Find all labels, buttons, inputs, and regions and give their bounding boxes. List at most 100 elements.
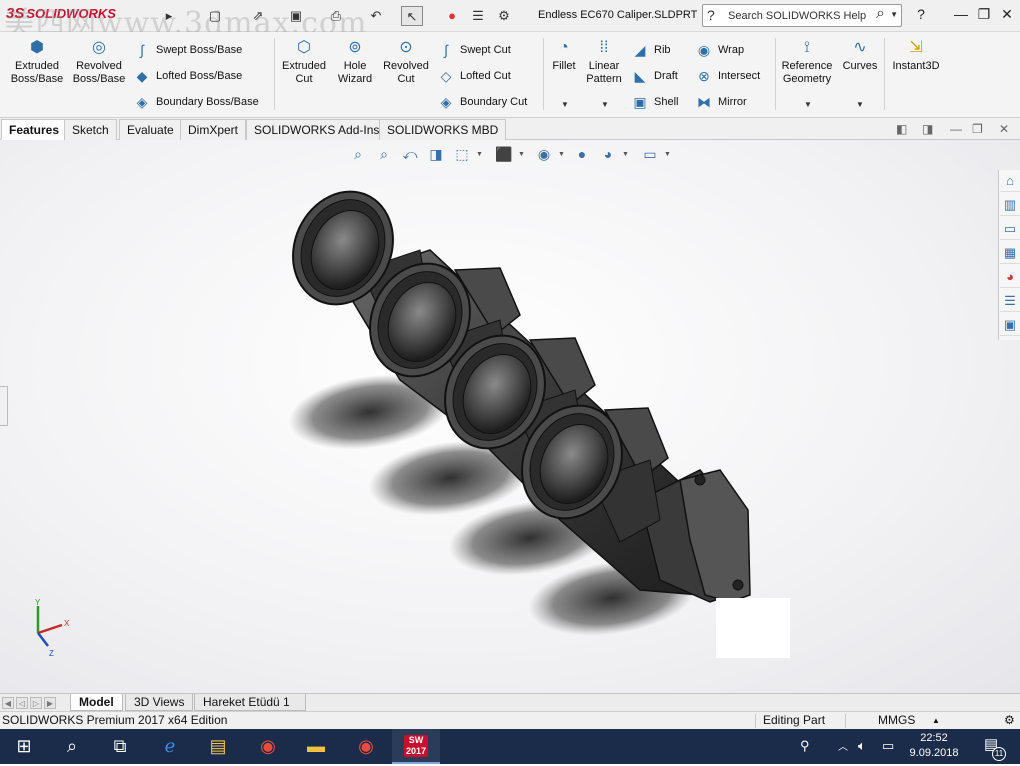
lofted-boss-button[interactable]: ◆ Lofted Boss/Base [132, 66, 243, 86]
title-bar: 3S SOLIDWORKS 美西网www.3dmax.com ▸ ▢ ⇗ ▣ ⎙ … [0, 0, 1020, 41]
chrome-icon[interactable]: ◉ [244, 729, 292, 764]
units-dropdown-icon[interactable]: ▲ [932, 712, 940, 729]
tab-evaluate[interactable]: Evaluate [119, 119, 182, 140]
tab-model[interactable]: Model [70, 694, 123, 711]
fillet-button[interactable]: ◔ Fillet [547, 38, 581, 73]
file-explorer-icon[interactable]: ▬ [292, 729, 340, 764]
draft-button[interactable]: ◣ Draft [630, 66, 678, 86]
curves-dropdown-icon[interactable]: ▼ [856, 100, 864, 109]
doc-close-button[interactable]: ✕ [999, 122, 1009, 136]
extruded-cut-button[interactable]: ⬡ Extruded Cut [278, 38, 330, 86]
options-gear-icon[interactable]: ⚙ [495, 6, 513, 26]
extruded-boss-label: Extruded Boss/Base [10, 60, 64, 85]
home-icon[interactable]: ⌂ [1000, 170, 1020, 192]
tab-mbd[interactable]: SOLIDWORKS MBD [379, 119, 507, 140]
next-tab-icon[interactable]: ▷ [30, 697, 42, 709]
custom-properties-icon[interactable]: ☰ [1000, 290, 1020, 312]
help-search-box[interactable]: ? Search SOLIDWORKS Help ⌕ ▼ [702, 4, 902, 27]
solidworks-logo[interactable]: 3S SOLIDWORKS [6, 5, 156, 27]
mirror-button[interactable]: ⧓ Mirror [694, 92, 747, 112]
linear-pattern-button[interactable]: ⁞⁞ Linear Pattern [583, 38, 625, 86]
doc-minimize-button[interactable]: — [950, 122, 962, 136]
curves-icon: ∿ [853, 39, 867, 56]
tab-3d-views[interactable]: 3D Views [125, 694, 194, 711]
prev-tab-icon[interactable]: ◁ [16, 697, 28, 709]
restore-button[interactable]: ❐ [975, 6, 993, 23]
tab-features[interactable]: Features [1, 119, 68, 140]
search-scope-icon[interactable]: ? [707, 7, 715, 23]
first-tab-icon[interactable]: ◀ [2, 697, 14, 709]
system-clock[interactable]: 22:52 9.09.2018 [904, 731, 964, 761]
save-icon[interactable]: ▣ [286, 6, 306, 26]
solidworks-taskbar-icon[interactable]: SW 2017 [392, 729, 440, 764]
fillet-label: Fillet [552, 60, 576, 72]
last-tab-icon[interactable]: ▶ [44, 697, 56, 709]
units-selector[interactable]: MMGS [878, 712, 915, 729]
rib-button[interactable]: ◢ Rib [630, 40, 671, 60]
chevron-down-icon[interactable]: ▼ [890, 10, 898, 19]
wrap-button[interactable]: ◉ Wrap [694, 40, 744, 60]
edge-browser-icon[interactable]: ℯ [146, 729, 194, 764]
close-button[interactable]: ✕ [998, 6, 1016, 23]
windows-start-icon[interactable]: ⊞ [0, 729, 48, 764]
task-view-icon[interactable]: ⧉ [96, 729, 144, 764]
forum-icon[interactable]: ▣ [1000, 314, 1020, 336]
file-properties-icon[interactable]: ☰ [469, 6, 487, 26]
intersect-button[interactable]: ⊗ Intersect [694, 66, 760, 86]
pattern-dropdown-icon[interactable]: ▼ [601, 100, 609, 109]
store-icon[interactable]: ▤ [194, 729, 242, 764]
people-icon[interactable]: ⚲ [800, 738, 810, 754]
tile-right-icon[interactable]: ◨ [922, 122, 933, 136]
shell-button[interactable]: ▣ Shell [630, 92, 678, 112]
network-icon[interactable]: ▭ [882, 738, 894, 754]
extruded-boss-button[interactable]: ⬢ Extruded Boss/Base [8, 38, 66, 86]
swept-cut-button[interactable]: ∫ Swept Cut [436, 40, 511, 60]
open-icon[interactable]: ⇗ [248, 6, 268, 26]
volume-icon[interactable]: 🔈︎ [858, 738, 866, 754]
design-library-icon[interactable]: ▥ [1000, 194, 1020, 216]
select-arrow-icon[interactable]: ↖ [401, 6, 423, 26]
revolved-boss-button[interactable]: ◎ Revolved Boss/Base [70, 38, 128, 86]
tab-dimxpert[interactable]: DimXpert [180, 119, 247, 140]
help-button[interactable]: ? [912, 6, 930, 22]
search-icon[interactable]: ⌕ [876, 5, 885, 23]
ribbon-divider [884, 38, 885, 110]
tile-left-icon[interactable]: ◧ [896, 122, 907, 136]
file-explorer-icon[interactable]: ▭ [1000, 218, 1020, 240]
reference-geometry-button[interactable]: ⟟ Reference Geometry [779, 38, 835, 86]
hole-wizard-button[interactable]: ⊚ Hole Wizard [332, 38, 378, 86]
appearances-icon[interactable]: ◕ [1000, 266, 1020, 288]
curves-button[interactable]: ∿ Curves [838, 38, 882, 73]
instant3d-button[interactable]: ⇲ Instant3D [888, 38, 944, 73]
boundary-cut-label: Boundary Cut [460, 96, 528, 108]
part-model-view[interactable] [0, 140, 1020, 693]
tab-sketch[interactable]: Sketch [64, 119, 117, 140]
customize-icon[interactable]: ⚙ [1004, 712, 1015, 729]
tab-addins[interactable]: SOLIDWORKS Add-Ins [246, 119, 388, 140]
view-palette-icon[interactable]: ▦ [1000, 242, 1020, 264]
undo-icon[interactable]: ↶ [366, 6, 386, 26]
revolved-cut-button[interactable]: ⊙ Revolved Cut [380, 38, 432, 86]
fillet-dropdown-icon[interactable]: ▼ [561, 100, 569, 109]
notification-count-badge: 11 [992, 747, 1006, 761]
boundary-boss-button[interactable]: ◈ Boundary Boss/Base [132, 92, 259, 112]
rebuild-traffic-light-icon[interactable]: ● [445, 6, 459, 26]
pin-icon[interactable]: ▸ [160, 6, 178, 26]
intersect-icon: ⊗ [698, 68, 710, 85]
chrome-icon[interactable]: ◉ [342, 729, 390, 764]
search-icon[interactable]: ⌕ [48, 729, 96, 764]
revolve-icon: ◎ [92, 39, 106, 56]
curves-label: Curves [842, 60, 878, 72]
doc-restore-button[interactable]: ❐ [972, 122, 983, 136]
search-input[interactable]: Search SOLIDWORKS Help [728, 10, 866, 22]
graphics-area[interactable]: ⌕ ⌕ ⤺ ◨ ⬚ ▼ ⬛ ▼ ◉ ▼ ● ◕ ▼ ▭ ▼ ⌂ ▥ ▭ ▦ ◕ … [0, 140, 1020, 693]
lofted-cut-button[interactable]: ◇ Lofted Cut [436, 66, 511, 86]
print-icon[interactable]: ⎙ [326, 6, 346, 26]
new-document-icon[interactable]: ▢ [205, 6, 225, 26]
reference-dropdown-icon[interactable]: ▼ [804, 100, 812, 109]
show-hidden-icons-icon[interactable]: ︿ [838, 738, 848, 753]
swept-boss-button[interactable]: ∫ Swept Boss/Base [132, 40, 242, 60]
tab-motion-study[interactable]: Hareket Etüdü 1 [194, 694, 306, 711]
minimize-button[interactable]: — [952, 6, 970, 22]
boundary-cut-button[interactable]: ◈ Boundary Cut [436, 92, 528, 112]
